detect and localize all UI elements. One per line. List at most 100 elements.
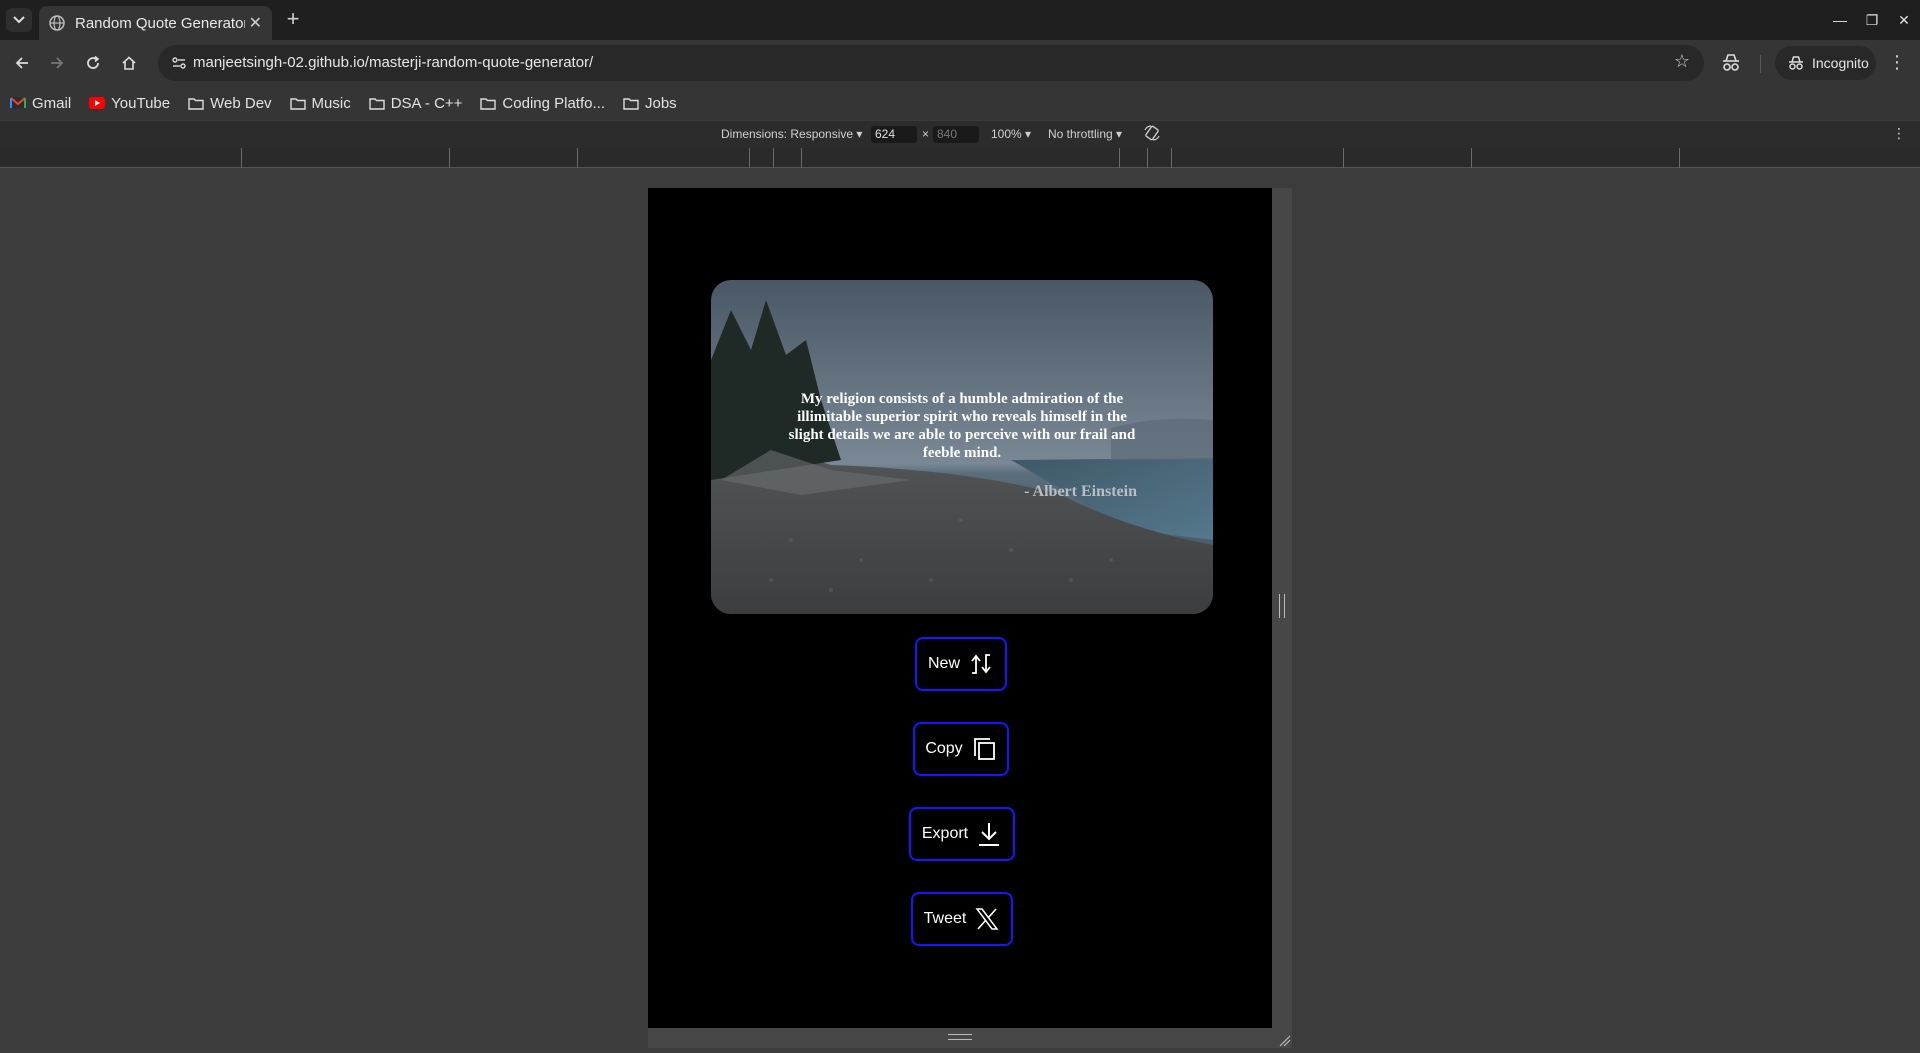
minimize-icon[interactable]: —: [1824, 0, 1856, 40]
download-icon: [979, 823, 1000, 846]
ruler-tick: [1147, 148, 1148, 168]
url-text: manjeetsingh-02.github.io/masterji-rando…: [193, 54, 594, 71]
device-toolbar-more-icon[interactable]: ⋮: [1892, 125, 1906, 142]
ruler-tick: [449, 148, 450, 168]
incognito-glasses-icon[interactable]: [1720, 53, 1742, 73]
new-button-label: New: [927, 655, 960, 672]
page-viewport: My religion consists of a humble admirat…: [648, 188, 1272, 1028]
grip-lines-icon: [1279, 594, 1285, 618]
bookmark-folder-web-dev[interactable]: Web Dev: [188, 94, 272, 112]
reload-button[interactable]: [79, 49, 107, 77]
site-settings-icon: [172, 57, 186, 69]
grip-lines-icon: [948, 1034, 972, 1040]
bookmark-folder-jobs[interactable]: Jobs: [623, 95, 677, 112]
globe-icon: [49, 15, 65, 31]
home-icon: [122, 56, 136, 70]
chevron-down-icon: [13, 16, 25, 24]
refresh-arrows-icon: [971, 654, 991, 674]
close-window-icon[interactable]: ✕: [1888, 0, 1920, 40]
bookmark-star-icon[interactable]: ☆: [1674, 51, 1690, 72]
toolbar-separator: [1760, 55, 1761, 73]
quote-author: - Albert Einstein: [1024, 483, 1137, 500]
width-input[interactable]: 624: [871, 126, 917, 143]
resize-handle-bottom[interactable]: [648, 1028, 1272, 1048]
rotate-icon[interactable]: [1143, 124, 1161, 145]
export-button-label: Export: [921, 825, 969, 842]
bookmark-folder-coding-platforms[interactable]: Coding Platfo...: [480, 95, 605, 112]
ruler-tick: [1471, 148, 1472, 168]
address-bar[interactable]: manjeetsingh-02.github.io/masterji-rando…: [158, 45, 1704, 81]
bookmark-label: Coding Platfo...: [502, 94, 605, 112]
ruler-tick: [241, 148, 242, 168]
bookmark-label: Web Dev: [210, 94, 272, 112]
quote-card: My religion consists of a humble admirat…: [711, 280, 1213, 614]
folder-icon: [289, 97, 306, 110]
height-input[interactable]: 840: [933, 126, 979, 143]
throttling-dropdown[interactable]: No throttling ▾: [1048, 127, 1122, 141]
bookmark-folder-music[interactable]: Music: [289, 94, 351, 112]
restore-icon[interactable]: ❐: [1856, 0, 1888, 40]
x-logo-icon: [975, 908, 999, 930]
bookmarks-bar: Gmail YouTube Web Dev Music DSA - C++ Co…: [0, 86, 1920, 120]
bookmark-label: Music: [311, 94, 351, 112]
emulated-viewport-area: My religion consists of a humble admirat…: [0, 168, 1920, 1048]
arrow-right-icon: [51, 57, 64, 69]
folder-icon: [369, 97, 385, 110]
bookmark-label: Gmail: [32, 94, 72, 112]
home-button[interactable]: [115, 49, 143, 77]
tweet-quote-button[interactable]: Tweet: [911, 892, 1013, 946]
bookmark-youtube[interactable]: YouTube: [89, 95, 170, 112]
bookmark-label: Jobs: [644, 94, 677, 112]
ruler-tick: [801, 148, 802, 168]
incognito-label: Incognito: [1812, 55, 1869, 71]
copy-button-label: Copy: [925, 740, 963, 757]
folder-icon: [623, 97, 639, 110]
incognito-icon: [1789, 56, 1803, 70]
window-controls: — ❐ ✕: [1824, 0, 1920, 40]
ruler-tick: [1679, 148, 1680, 168]
copy-icon: [973, 738, 995, 760]
incognito-badge[interactable]: Incognito: [1775, 46, 1876, 80]
back-button[interactable]: [8, 49, 36, 77]
ruler-tick: [1119, 148, 1120, 168]
tab-title: Random Quote Generator: [75, 14, 245, 32]
zoom-label: 100%: [991, 127, 1022, 141]
arrow-left-icon: [15, 57, 28, 69]
ruler-tick: [749, 148, 750, 168]
bookmark-label: YouTube: [111, 94, 171, 112]
ruler-tick: [577, 148, 578, 168]
browser-toolbar: manjeetsingh-02.github.io/masterji-rando…: [0, 40, 1920, 86]
browser-menu-icon[interactable]: ⋮: [1888, 52, 1906, 73]
bookmark-folder-dsa[interactable]: DSA - C++: [369, 94, 463, 112]
tab-search-button[interactable]: [6, 8, 32, 32]
dimensions-dropdown[interactable]: Dimensions: Responsive ▾: [721, 127, 862, 141]
dimension-separator: ×: [922, 127, 930, 141]
bookmark-gmail[interactable]: Gmail: [10, 95, 71, 112]
folder-icon: [188, 97, 204, 110]
close-tab-icon[interactable]: ✕: [249, 13, 262, 33]
ruler-tick: [1343, 148, 1344, 168]
resize-handle-right[interactable]: [1272, 188, 1292, 1048]
tweet-button-label: Tweet: [923, 910, 967, 927]
new-quote-button[interactable]: New: [915, 637, 1007, 691]
browser-tab[interactable]: Random Quote Generator ✕: [39, 6, 272, 40]
reload-icon: [87, 55, 100, 69]
corner-grip-icon: [1279, 1035, 1291, 1047]
forward-button[interactable]: [43, 49, 71, 77]
ruler-tick: [773, 148, 774, 168]
gmail-icon: [10, 97, 26, 109]
browser-title-bar: Random Quote Generator ✕ + — ❐ ✕: [0, 0, 1920, 40]
ruler-tick: [1171, 148, 1172, 168]
folder-icon: [480, 97, 497, 110]
dimensions-label: Dimensions: Responsive: [721, 127, 854, 141]
copy-quote-button[interactable]: Copy: [913, 722, 1009, 776]
new-tab-button[interactable]: +: [282, 8, 304, 32]
throttling-label: No throttling: [1048, 127, 1113, 141]
resize-handle-corner[interactable]: [1272, 1028, 1292, 1048]
export-quote-button[interactable]: Export: [909, 807, 1015, 861]
media-query-ruler: [0, 148, 1920, 168]
zoom-dropdown[interactable]: 100% ▾: [991, 127, 1031, 141]
device-toolbar: Dimensions: Responsive ▾ 624 × 840 100% …: [0, 120, 1920, 148]
bookmark-label: DSA - C++: [390, 94, 463, 112]
quote-text: My religion consists of a humble admirat…: [788, 391, 1136, 461]
